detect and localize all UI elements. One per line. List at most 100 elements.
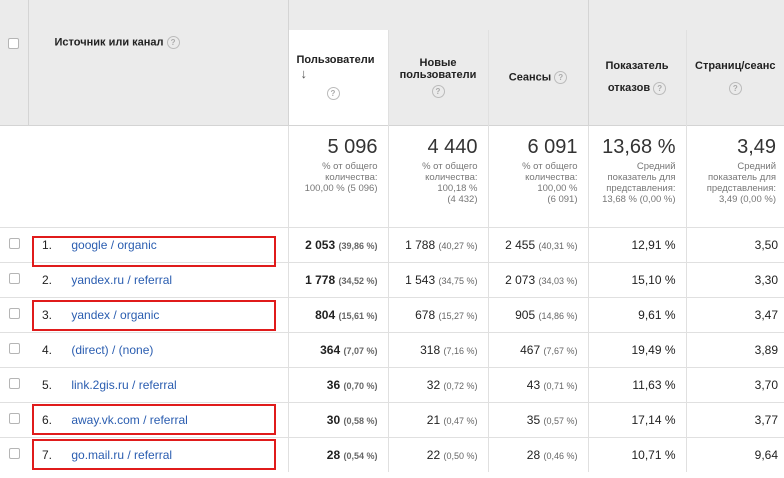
new-users-percent: (0,72 %) [443,380,478,391]
sessions-value: 905 [515,307,536,322]
row-index: 7. [42,447,53,462]
new-users-value: 1 788 [405,237,436,252]
help-icon[interactable]: ? [554,70,568,84]
new-users-percent: (40,27 %) [438,240,478,251]
row-index: 5. [42,377,53,392]
new-users-value: 22 [426,447,441,462]
bounce-label-2: отказов [607,82,651,95]
source-link[interactable]: yandex.ru / referral [71,273,172,287]
users-column-header[interactable]: Пользователи ↓ ? [288,30,389,125]
new-users-percent: (34,75 %) [438,275,478,286]
row-checkbox[interactable] [8,272,20,284]
row-checkbox[interactable] [8,307,20,319]
row-checkbox[interactable] [8,412,20,424]
table-row: 6. away.vk.com / referral 30 (0,58 %) 21… [0,401,784,437]
users-value: 36 [326,377,341,392]
users-percent: (0,58 %) [343,415,378,426]
table-row: 3. yandex / organic 804 (15,61 %) 678 (1… [0,296,784,332]
sessions-value: 28 [526,447,541,462]
users-percent: (34,52 %) [338,275,378,286]
table-row: 7. go.mail.ru / referral 28 (0,54 %) 22 … [0,436,784,472]
bounce-value: 15,10 % [631,272,676,287]
pages-value: 3,50 [754,237,779,252]
pages-value: 3,30 [754,272,779,287]
pages-label: Страниц/сеанс [695,60,776,73]
bounce-value: 10,71 % [631,447,676,462]
new-users-value: 32 [426,377,441,392]
users-value: 30 [326,412,341,427]
users-total: 5 096 % от общего количества: 100,00 % (5 … [287,124,388,227]
help-icon[interactable]: ? [326,87,340,101]
sessions-label: Сеансы [508,71,552,84]
bounce-value: 17,14 % [631,412,676,427]
bounce-value: 9,61 % [638,307,676,322]
source-link[interactable]: (direct) / (none) [71,343,153,357]
sessions-value: 43 [526,377,541,392]
bounce-total: 13,68 % Средний показатель для представлен… [587,124,687,227]
sessions-percent: (0,71 %) [543,380,578,391]
select-all-checkbox[interactable] [8,38,20,49]
source-link[interactable]: away.vk.com / referral [71,413,187,427]
row-checkbox[interactable] [8,237,20,249]
sessions-total: 6 091 % от общего количества: 100,00 % (6 0… [487,124,589,227]
users-value: 28 [326,447,341,462]
table-row: 2. yandex.ru / referral 1 778 (34,52 %) … [0,261,784,297]
new-users-value: 678 [415,307,436,322]
sessions-percent: (40,31 %) [538,240,578,251]
select-all-cell [0,0,29,125]
analytics-table: Источник или канал ? Пользователи ↓ ? Но… [0,0,784,472]
bounce-label-1: Показатель [605,60,669,73]
bounce-value: 12,91 % [631,237,676,252]
sessions-column-header[interactable]: Сеансы ? [488,30,589,125]
pages-total: 3,49 Средний показатель для представления:… [685,124,784,227]
sessions-total-value: 6 091 [527,135,578,158]
users-value: 1 778 [305,272,336,287]
sessions-value: 35 [526,412,541,427]
pages-value: 3,70 [754,377,779,392]
source-link[interactable]: yandex / organic [71,308,159,322]
sort-desc-icon[interactable]: ↓ [301,66,308,81]
new-users-value: 1 543 [405,272,436,287]
new-users-column-header[interactable]: Новые пользователи ? [388,30,489,125]
bounce-column-header[interactable]: Показатель отказов ? [588,30,687,125]
bounce-value: 11,63 % [632,377,676,392]
new-users-percent: (0,47 %) [443,415,478,426]
table-row: 1. google / organic 2 053 (39,86 %) 1 78… [0,226,784,262]
table-row: 4. (direct) / (none) 364 (7,07 %) 318 (7… [0,331,784,367]
row-index: 6. [42,412,53,427]
users-percent: (0,54 %) [343,450,378,461]
row-index: 4. [42,342,53,357]
users-value: 364 [320,342,341,357]
help-icon[interactable]: ? [653,81,667,95]
row-checkbox[interactable] [8,377,20,389]
sessions-percent: (34,03 %) [538,275,578,286]
source-column-header[interactable]: Источник или канал ? [28,0,289,125]
source-link[interactable]: google / organic [71,238,156,252]
table-row: 5. link.2gis.ru / referral 36 (0,70 %) 3… [0,366,784,402]
new-users-total-value: 4 440 [427,135,478,158]
help-icon[interactable]: ? [728,81,742,95]
sessions-percent: (7,67 %) [543,345,578,356]
source-link[interactable]: go.mail.ru / referral [71,448,172,462]
acquisition-group-header [288,0,589,30]
help-icon[interactable]: ? [166,36,180,49]
help-icon[interactable]: ? [431,84,445,98]
pages-value: 3,89 [754,342,779,357]
row-checkbox[interactable] [8,447,20,459]
new-users-value: 318 [420,342,441,357]
users-percent: (39,86 %) [338,240,378,251]
pages-column-header[interactable]: Страниц/сеанс ? [686,30,784,125]
row-checkbox[interactable] [8,342,20,354]
users-percent: (15,61 %) [338,310,378,321]
sessions-percent: (14,86 %) [538,310,578,321]
pages-value: 9,64 [754,447,779,462]
users-value: 2 053 [305,237,336,252]
source-column-label: Источник или канал [54,36,164,49]
bounce-value: 19,49 % [631,342,676,357]
new-users-percent: (7,16 %) [443,345,478,356]
users-percent: (7,07 %) [343,345,378,356]
source-link[interactable]: link.2gis.ru / referral [71,378,176,392]
row-index: 2. [42,272,53,287]
sessions-value: 2 455 [505,237,536,252]
new-users-percent: (0,50 %) [443,450,478,461]
